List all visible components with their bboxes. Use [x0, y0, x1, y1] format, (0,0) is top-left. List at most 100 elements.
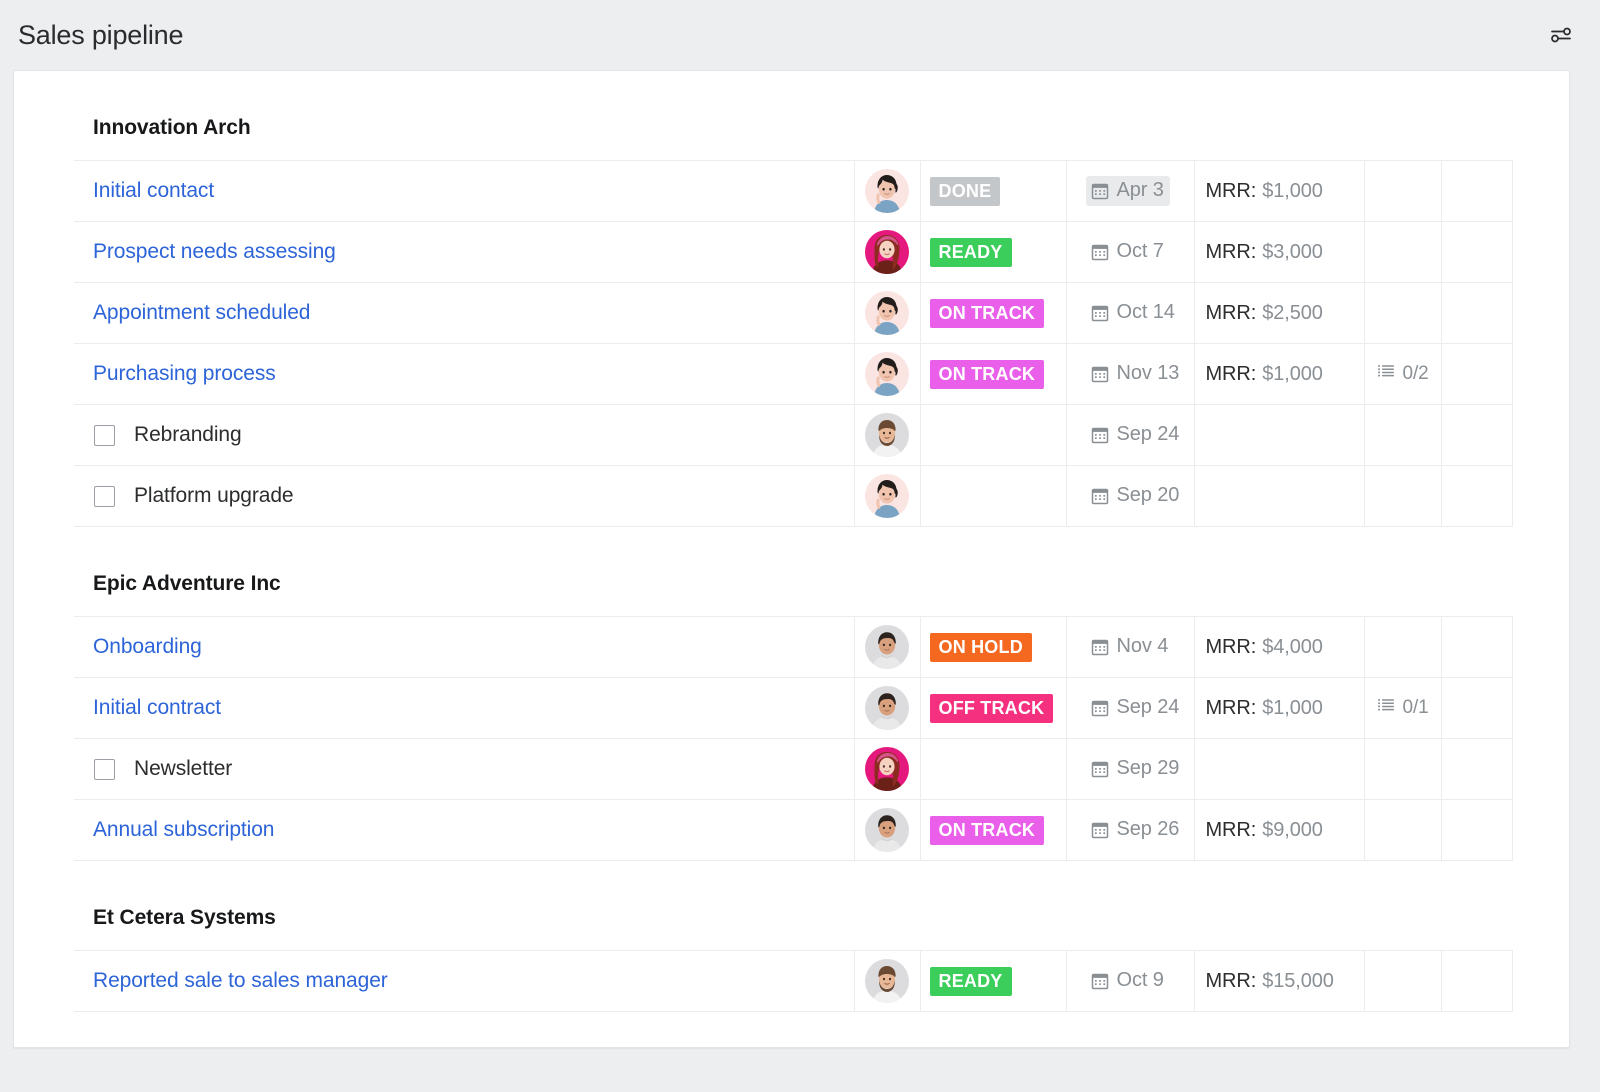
avatar[interactable] — [865, 625, 909, 669]
due-date-chip[interactable]: Apr 3 — [1085, 176, 1170, 206]
table-row[interactable]: Reported sale to sales manager READY Oct 9… — [74, 950, 1513, 1012]
due-date-chip[interactable]: Oct 9 — [1086, 966, 1170, 996]
due-date-chip[interactable]: Sep 29 — [1086, 754, 1186, 784]
table-row[interactable]: Annual subscription ON TRACK Sep 26 MRR: $9,… — [74, 799, 1513, 861]
table-row[interactable]: Prospect needs assessing READY Oct 7 MRR: $3… — [74, 221, 1513, 283]
table-row[interactable]: Initial contract OFF TRACK Sep 24 MRR: $1,00… — [74, 677, 1513, 739]
status-badge[interactable]: READY — [929, 237, 1012, 267]
header-actions — [1544, 18, 1578, 52]
sliders-icon[interactable] — [1544, 18, 1578, 52]
mrr-cell[interactable]: MRR: $2,500 — [1193, 282, 1364, 344]
due-date-cell[interactable]: Sep 20 — [1065, 465, 1194, 527]
table-row[interactable]: Onboarding ON HOLD Nov 4 MRR: $4,000 — [74, 616, 1513, 678]
status-cell[interactable] — [919, 738, 1066, 800]
mrr-cell[interactable]: MRR: $3,000 — [1193, 221, 1364, 283]
avatar[interactable] — [865, 352, 909, 396]
table-row[interactable]: Initial contact DONE Apr 3 MRR: $1,000 — [74, 160, 1513, 222]
due-date-chip[interactable]: Nov 13 — [1086, 359, 1186, 389]
avatar[interactable] — [865, 291, 909, 335]
avatar[interactable] — [865, 959, 909, 1003]
due-date-cell[interactable]: Apr 3 — [1065, 160, 1194, 222]
avatar[interactable] — [865, 230, 909, 274]
status-cell[interactable] — [919, 465, 1066, 527]
table-row[interactable]: Purchasing process ON TRACK Nov 13 MRR: $1,0… — [74, 343, 1513, 405]
checklist-cell[interactable] — [1363, 799, 1441, 861]
status-badge[interactable]: ON TRACK — [929, 815, 1045, 845]
status-cell[interactable] — [919, 404, 1066, 466]
checklist-cell[interactable] — [1363, 616, 1441, 678]
status-badge[interactable]: DONE — [929, 176, 1001, 206]
due-date-chip[interactable]: Sep 20 — [1086, 481, 1186, 511]
due-date-cell[interactable]: Nov 13 — [1065, 343, 1194, 405]
due-date-cell[interactable]: Oct 14 — [1065, 282, 1194, 344]
due-date-chip[interactable]: Oct 7 — [1086, 237, 1170, 267]
status-badge[interactable]: OFF TRACK — [929, 693, 1054, 723]
table-row[interactable]: Platform upgrade Sep 20 — [74, 465, 1513, 527]
status-cell[interactable]: DONE — [919, 160, 1066, 222]
checklist-cell[interactable] — [1363, 738, 1441, 800]
due-date-chip[interactable]: Sep 24 — [1086, 693, 1186, 723]
checklist-cell[interactable]: 0/2 — [1363, 343, 1441, 405]
card-title-link[interactable]: Prospect needs assessing — [93, 239, 336, 264]
due-date-cell[interactable]: Sep 24 — [1065, 404, 1194, 466]
status-cell[interactable]: OFF TRACK — [919, 677, 1066, 739]
status-cell[interactable]: READY — [919, 950, 1066, 1012]
checklist-cell[interactable] — [1363, 221, 1441, 283]
card-title-link[interactable]: Initial contract — [93, 695, 221, 720]
card-title-link[interactable]: Reported sale to sales manager — [93, 968, 388, 993]
status-cell[interactable]: ON TRACK — [919, 282, 1066, 344]
due-date-cell[interactable]: Sep 26 — [1065, 799, 1194, 861]
checklist-cell[interactable] — [1363, 282, 1441, 344]
avatar[interactable] — [865, 413, 909, 457]
mrr-cell[interactable] — [1193, 465, 1364, 527]
avatar[interactable] — [865, 686, 909, 730]
mrr-cell[interactable]: MRR: $1,000 — [1193, 343, 1364, 405]
status-cell[interactable]: ON HOLD — [919, 616, 1066, 678]
table-row[interactable]: Appointment scheduled ON TRACK Oct 14 MRR: $… — [74, 282, 1513, 344]
due-date-chip[interactable]: Nov 4 — [1086, 632, 1175, 662]
mrr-label: MRR: — [1205, 240, 1257, 263]
table-row[interactable]: Rebranding Sep 24 — [74, 404, 1513, 466]
checklist-cell[interactable] — [1363, 160, 1441, 222]
checklist-cell[interactable]: 0/1 — [1363, 677, 1441, 739]
mrr-cell[interactable]: MRR: $15,000 — [1193, 950, 1364, 1012]
due-date-cell[interactable]: Sep 29 — [1065, 738, 1194, 800]
mrr-cell[interactable]: MRR: $1,000 — [1193, 677, 1364, 739]
card-title-link[interactable]: Onboarding — [93, 634, 202, 659]
due-date-chip[interactable]: Oct 14 — [1086, 298, 1181, 328]
checklist-cell[interactable] — [1363, 404, 1441, 466]
checkbox-unchecked-icon[interactable] — [94, 485, 115, 507]
status-cell[interactable]: ON TRACK — [919, 799, 1066, 861]
status-badge[interactable]: ON TRACK — [929, 298, 1045, 328]
status-badge[interactable]: ON HOLD — [929, 632, 1032, 662]
mrr-cell[interactable] — [1193, 738, 1364, 800]
mrr-cell[interactable] — [1193, 404, 1364, 466]
card-title-link[interactable]: Initial contact — [93, 178, 214, 203]
status-cell[interactable]: ON TRACK — [919, 343, 1066, 405]
checklist-cell[interactable] — [1363, 950, 1441, 1012]
due-date-cell[interactable]: Nov 4 — [1065, 616, 1194, 678]
card-title-link[interactable]: Annual subscription — [93, 817, 274, 842]
mrr-cell[interactable]: MRR: $9,000 — [1193, 799, 1364, 861]
avatar[interactable] — [865, 747, 909, 791]
due-date-cell[interactable]: Oct 9 — [1065, 950, 1194, 1012]
status-badge[interactable]: READY — [929, 966, 1012, 996]
status-badge[interactable]: ON TRACK — [929, 359, 1045, 389]
card-title-link[interactable]: Purchasing process — [93, 361, 276, 386]
due-date-cell[interactable]: Oct 7 — [1065, 221, 1194, 283]
assignee-cell — [853, 738, 920, 800]
checkbox-unchecked-icon[interactable] — [94, 424, 115, 446]
due-date-cell[interactable]: Sep 24 — [1065, 677, 1194, 739]
card-title-link[interactable]: Appointment scheduled — [93, 300, 310, 325]
mrr-cell[interactable]: MRR: $1,000 — [1193, 160, 1364, 222]
status-cell[interactable]: READY — [919, 221, 1066, 283]
due-date-chip[interactable]: Sep 26 — [1086, 815, 1186, 845]
table-row[interactable]: Newsletter Sep 29 — [74, 738, 1513, 800]
avatar[interactable] — [865, 808, 909, 852]
due-date-chip[interactable]: Sep 24 — [1086, 420, 1186, 450]
avatar[interactable] — [865, 169, 909, 213]
checklist-cell[interactable] — [1363, 465, 1441, 527]
checkbox-unchecked-icon[interactable] — [94, 758, 115, 780]
mrr-cell[interactable]: MRR: $4,000 — [1193, 616, 1364, 678]
avatar[interactable] — [865, 474, 909, 518]
